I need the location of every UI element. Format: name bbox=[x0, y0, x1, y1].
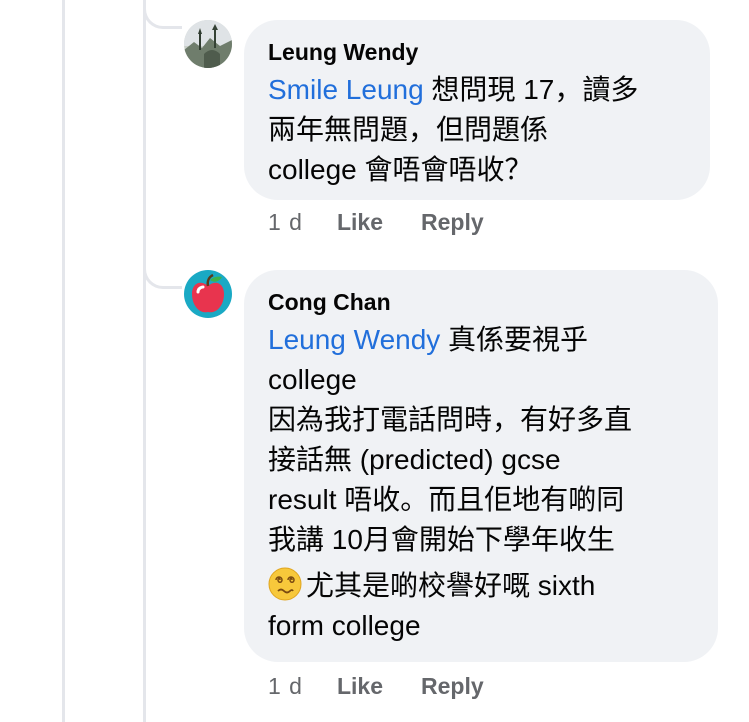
comment-timestamp[interactable]: 1 d bbox=[268, 673, 303, 700]
thread-line-outer bbox=[62, 0, 65, 722]
thread-line-inner bbox=[143, 0, 146, 722]
landscape-photo-avatar-icon bbox=[184, 20, 232, 68]
comment-text-line: 真係要視乎 bbox=[440, 324, 589, 355]
comment-text-line: 兩年無問題，但問題係 bbox=[268, 114, 549, 145]
comment-author[interactable]: Leung Wendy bbox=[268, 38, 686, 66]
comment-bubble: Cong Chan Leung Wendy 真係要視乎 college 因為我打… bbox=[244, 270, 718, 662]
like-button[interactable]: Like bbox=[337, 673, 383, 700]
comment-text: Leung Wendy 真係要視乎 college 因為我打電話問時，有好多直 … bbox=[268, 320, 694, 646]
comment-text: Smile Leung 想問現 17，讀多 兩年無問題，但問題係 college… bbox=[268, 70, 686, 190]
comment-text-line: 因為我打電話問時，有好多直 bbox=[268, 404, 633, 435]
comment-text-line: college bbox=[268, 364, 357, 395]
comment-text-line: form college bbox=[268, 610, 421, 641]
dizzy-face-emoji-icon bbox=[268, 567, 302, 601]
comment-actions: 1 d Like Reply bbox=[268, 673, 522, 700]
thread-connector bbox=[143, 0, 182, 29]
comment-text-line: 我講 10月會開始下學年收生 bbox=[268, 524, 615, 555]
comment-text-line: 想問現 17，讀多 bbox=[423, 74, 639, 105]
reply-button[interactable]: Reply bbox=[421, 673, 484, 700]
apple-avatar-icon bbox=[184, 270, 232, 318]
comment-bubble: Leung Wendy Smile Leung 想問現 17，讀多 兩年無問題，… bbox=[244, 20, 710, 200]
avatar[interactable] bbox=[184, 270, 232, 318]
mention-link[interactable]: Smile Leung bbox=[268, 74, 424, 105]
comment-actions: 1 d Like Reply bbox=[268, 209, 522, 236]
comment-text-line: 尤其是啲校譽好嘅 sixth bbox=[306, 570, 596, 601]
comment-author[interactable]: Cong Chan bbox=[268, 288, 694, 316]
comment-text-line: result 唔收。而且佢地有啲同 bbox=[268, 484, 625, 515]
thread-connector bbox=[143, 256, 182, 289]
mention-link[interactable]: Leung Wendy bbox=[268, 324, 440, 355]
comment-text-line: college 會唔會唔收？ bbox=[268, 154, 533, 185]
reply-button[interactable]: Reply bbox=[421, 209, 484, 236]
comment-timestamp[interactable]: 1 d bbox=[268, 209, 303, 236]
comment-text-line: 接話無 (predicted) gcse bbox=[268, 444, 561, 475]
like-button[interactable]: Like bbox=[337, 209, 383, 236]
comment-thread: Leung Wendy Smile Leung 想問現 17，讀多 兩年無問題，… bbox=[0, 0, 749, 722]
avatar[interactable] bbox=[184, 20, 232, 68]
